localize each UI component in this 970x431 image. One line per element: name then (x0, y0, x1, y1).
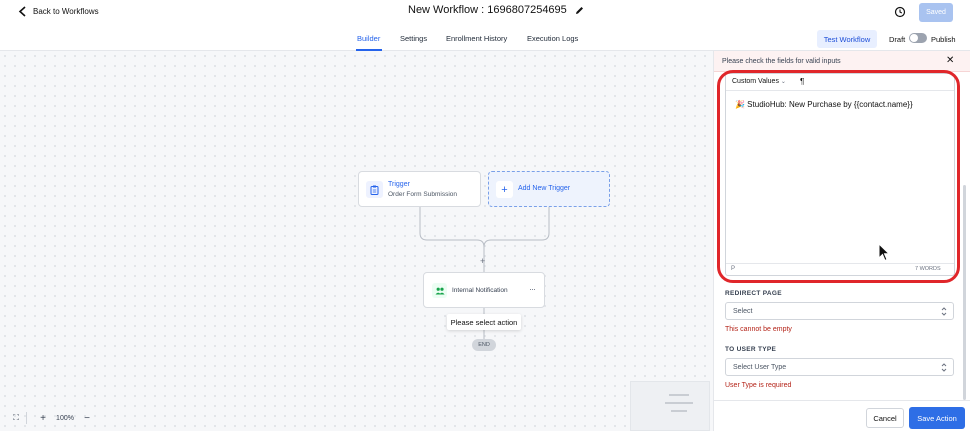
tab-builder[interactable]: Builder (357, 34, 380, 43)
back-label: Back to Workflows (33, 7, 99, 16)
tab-settings[interactable]: Settings (400, 34, 427, 43)
tab-enrollment-history[interactable]: Enrollment History (446, 34, 507, 43)
add-trigger-label: Add New Trigger (518, 185, 571, 192)
redirect-page-label: REDIRECT PAGE (725, 290, 782, 297)
zoom-divider (26, 412, 36, 424)
add-step-plus-icon[interactable]: + (480, 256, 485, 266)
custom-values-dropdown[interactable]: Custom Values ⌄ (732, 78, 786, 85)
zoom-out-button[interactable]: − (80, 409, 94, 427)
tab-execution-logs[interactable]: Execution Logs (527, 34, 578, 43)
workflow-title-text: New Workflow : 1696807254695 (408, 4, 567, 16)
end-marker: END (472, 339, 496, 351)
action-settings-panel: Please check the fields for valid inputs… (713, 51, 970, 431)
zoom-controls: ⛶ + 100% − (6, 408, 100, 428)
user-type-placeholder: Select User Type (733, 364, 787, 371)
tab-bar: Builder Settings Enrollment History Exec… (0, 27, 970, 51)
chevron-down-icon: ⌄ (780, 79, 786, 85)
mouse-cursor-icon (878, 243, 891, 262)
minimap[interactable] (630, 381, 710, 431)
clipboard-icon (366, 181, 383, 198)
editor-toolbar: Custom Values ⌄ ¶ (726, 74, 954, 91)
redirect-page-error: This cannot be empty (725, 326, 792, 333)
cancel-button[interactable]: Cancel (866, 408, 904, 428)
paragraph-icon[interactable]: ¶ (800, 77, 804, 86)
minimap-block (671, 410, 687, 412)
connector-lines (419, 207, 550, 339)
select-action-tooltip: Please select action (447, 314, 521, 330)
action-label: Internal Notification (452, 287, 508, 294)
minimap-block (669, 394, 689, 396)
pencil-icon[interactable] (575, 6, 584, 15)
draft-label: Draft (889, 35, 906, 44)
zoom-level: 100% (56, 414, 74, 422)
publish-label: Publish (931, 35, 956, 44)
more-options-icon[interactable]: ··· (529, 284, 536, 294)
trigger-subtitle: Order Form Submission (388, 191, 457, 198)
user-type-error: User Type is required (725, 382, 792, 389)
panel-footer: Cancel Save Action (714, 400, 970, 431)
alert-message: Please check the fields for valid inputs (722, 58, 841, 65)
plus-icon: + (496, 181, 513, 198)
panel-scrollbar[interactable] (963, 185, 966, 400)
internal-notification-node[interactable]: Internal Notification ··· (423, 272, 545, 308)
select-chevrons-icon (941, 363, 947, 372)
message-editor[interactable]: Custom Values ⌄ ¶ 🎉 StudioHub: New Purch… (725, 73, 955, 276)
editor-status-bar: P 7 WORDS (726, 263, 954, 275)
redirect-page-placeholder: Select (733, 308, 753, 315)
to-user-type-label: TO USER TYPE (725, 346, 777, 353)
element-path: P (731, 266, 736, 272)
zoom-in-button[interactable]: + (36, 409, 50, 427)
trigger-title: Trigger (388, 181, 410, 188)
minimap-block (665, 402, 693, 404)
saved-button[interactable]: Saved (919, 3, 953, 22)
test-workflow-button[interactable]: Test Workflow (817, 30, 877, 48)
user-type-select[interactable]: Select User Type (725, 358, 954, 376)
save-action-button[interactable]: Save Action (909, 407, 965, 429)
publish-toggle[interactable] (909, 33, 927, 43)
trigger-node[interactable]: Trigger Order Form Submission (358, 171, 481, 207)
editor-content[interactable]: 🎉 StudioHub: New Purchase by {{contact.n… (735, 100, 913, 109)
validation-alert: Please check the fields for valid inputs… (714, 51, 970, 72)
workflow-title: New Workflow : 1696807254695 (408, 4, 584, 16)
back-to-workflows-link[interactable]: Back to Workflows (18, 6, 99, 17)
select-chevrons-icon (941, 307, 947, 316)
users-icon (432, 283, 447, 298)
custom-values-label: Custom Values (732, 78, 779, 85)
workflow-canvas[interactable]: Trigger Order Form Submission + Add New … (0, 51, 713, 431)
add-new-trigger-button[interactable]: + Add New Trigger (488, 171, 610, 207)
word-count: 7 WORDS (915, 266, 941, 272)
close-icon[interactable]: ✕ (946, 55, 954, 66)
chevron-left-icon (18, 6, 26, 17)
top-bar: Back to Workflows New Workflow : 1696807… (0, 0, 970, 27)
redirect-page-select[interactable]: Select (725, 302, 954, 320)
history-clock-icon[interactable] (894, 6, 906, 18)
fit-screen-icon[interactable]: ⛶ (6, 409, 26, 427)
